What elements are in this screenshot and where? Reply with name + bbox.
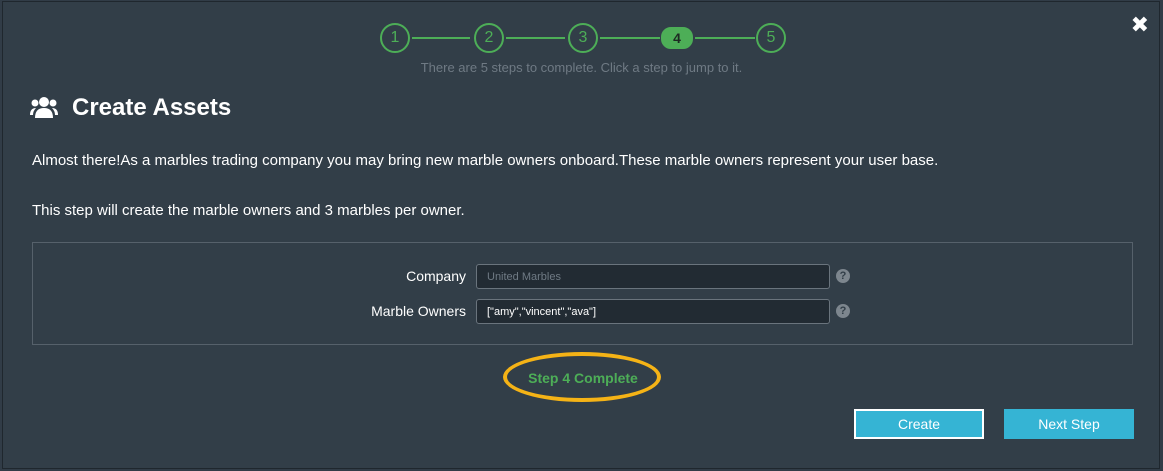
company-label: Company <box>406 268 466 284</box>
step-connector <box>600 37 660 39</box>
step-2-button[interactable]: 2 <box>474 23 504 53</box>
company-field <box>476 264 830 289</box>
step-complete-text: Step 4 Complete <box>528 370 638 386</box>
step-1-button[interactable]: 1 <box>380 23 410 53</box>
owners-row: Marble Owners ? <box>33 299 1132 325</box>
asset-form: Company ? Marble Owners ? <box>32 242 1133 345</box>
step-4-button[interactable]: 4 <box>661 27 693 49</box>
step-3-button[interactable]: 3 <box>568 23 598 53</box>
company-row: Company ? <box>33 264 1132 290</box>
next-step-button[interactable]: Next Step <box>1004 409 1134 439</box>
owners-help-icon[interactable]: ? <box>836 304 850 318</box>
stepper-hint: There are 5 steps to complete. Click a s… <box>420 60 743 75</box>
description-line-1: Almost there!As a marbles trading compan… <box>32 152 939 169</box>
close-icon[interactable]: ✖ <box>1131 14 1149 36</box>
page-title-text: Create Assets <box>72 94 232 121</box>
step-status: Step 4 Complete <box>500 350 666 406</box>
step-connector <box>695 37 755 39</box>
step-connector <box>412 37 470 39</box>
step-progress: 1 2 3 4 5 <box>380 23 790 53</box>
marble-owners-field[interactable] <box>476 299 830 324</box>
create-button[interactable]: Create <box>854 409 984 439</box>
step-connector <box>506 37 565 39</box>
page-title: Create Assets <box>30 94 231 122</box>
description-line-2: This step will create the marble owners … <box>32 202 465 219</box>
users-icon <box>30 97 58 118</box>
marble-owners-label: Marble Owners <box>371 303 466 319</box>
step-5-button[interactable]: 5 <box>756 23 786 53</box>
company-help-icon[interactable]: ? <box>836 269 850 283</box>
